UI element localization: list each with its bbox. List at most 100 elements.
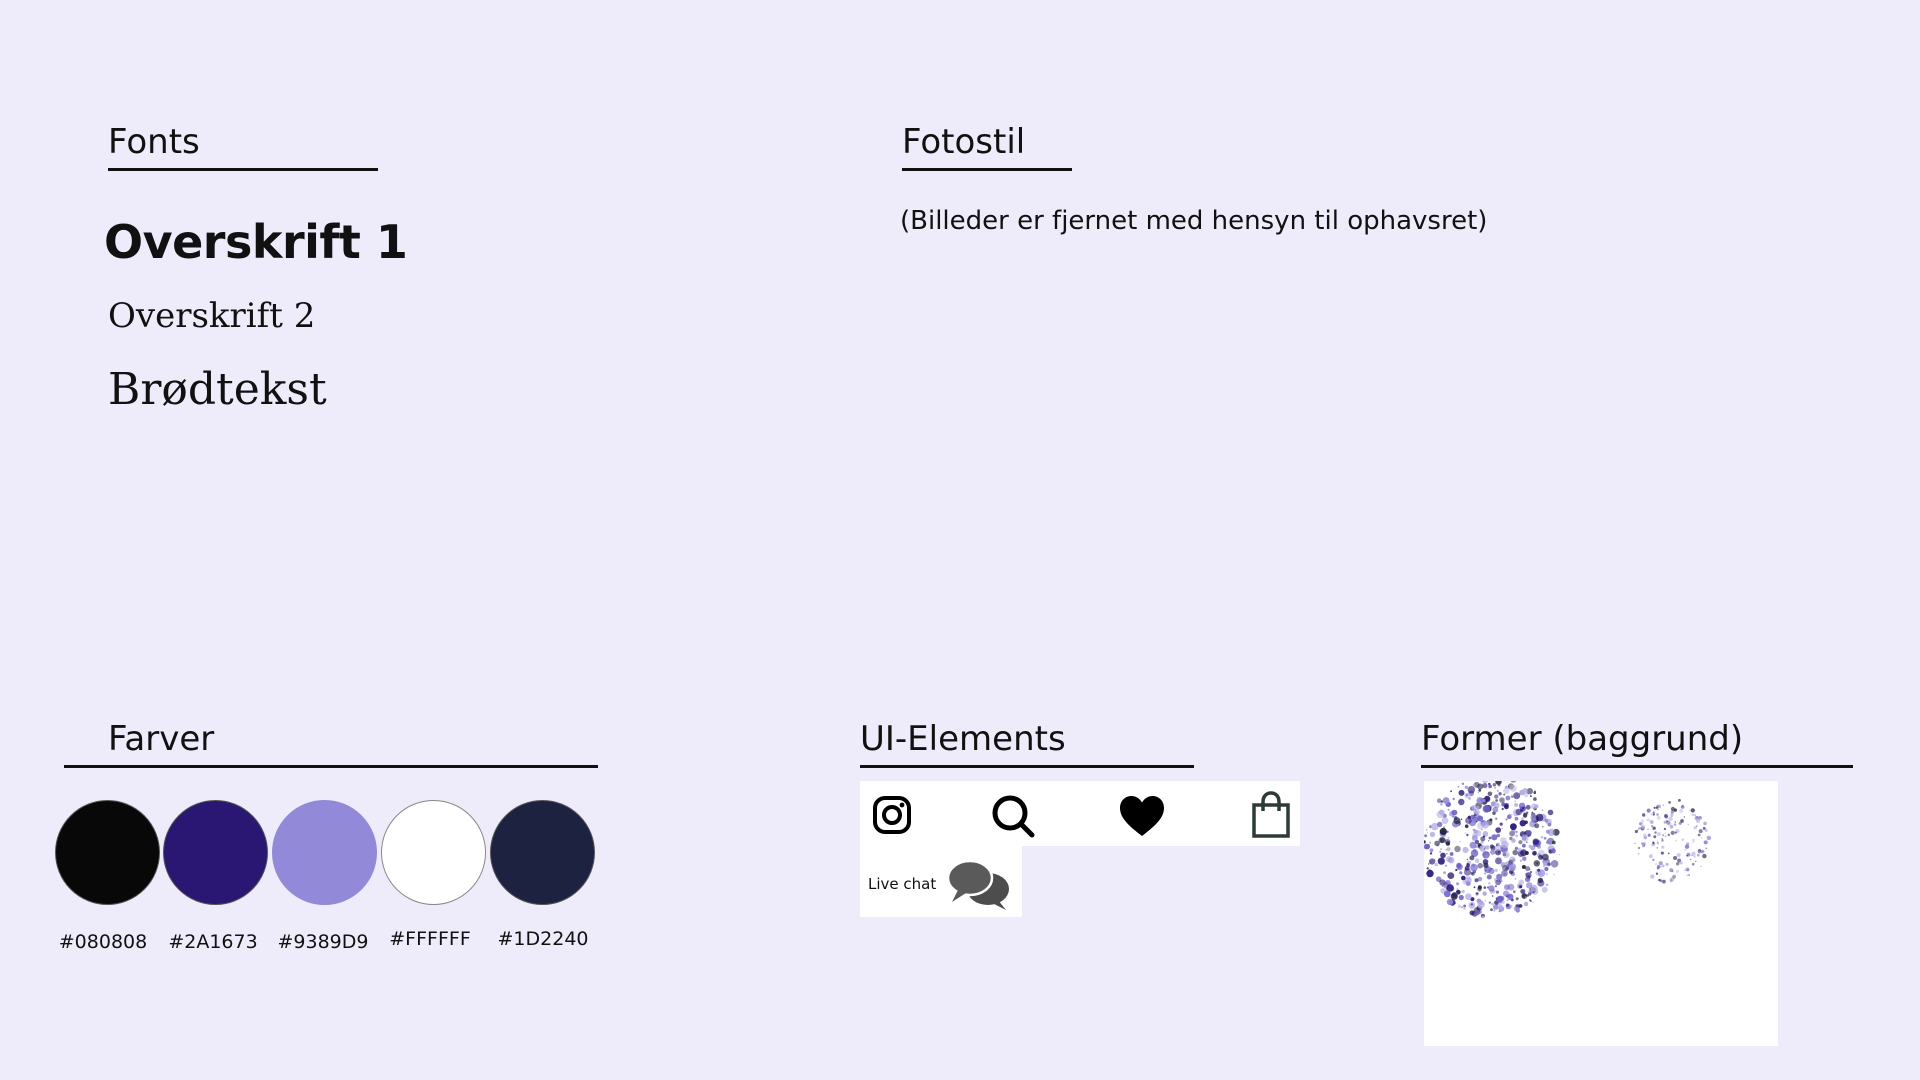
splatter-dot (1655, 807, 1658, 809)
splatter-dot (1484, 872, 1486, 875)
splatter-dot (1499, 822, 1503, 826)
splatter-dot (1695, 860, 1697, 862)
splatter-dot (1453, 817, 1461, 825)
splatter-dot (1544, 866, 1549, 872)
splatter-dot (1495, 890, 1499, 894)
splatter-dot (1471, 805, 1477, 810)
splatter-dot (1481, 821, 1489, 829)
splatter-dot (1477, 783, 1484, 790)
splatter-dot (1547, 809, 1554, 816)
splatter-dot (1695, 818, 1701, 823)
splatter-dot (1488, 784, 1492, 789)
splatter-dot (1473, 848, 1477, 853)
instagram-icon[interactable] (870, 793, 914, 837)
splatter-dot (1491, 895, 1494, 897)
photo-style-note: (Billeder er fjernet med hensyn til opha… (900, 206, 1488, 236)
splatter-dot (1530, 795, 1532, 797)
splatter-dot (1550, 860, 1559, 868)
splatter-dot (1447, 808, 1450, 811)
swatch-label: #9389D9 (277, 931, 369, 953)
splatter-dot (1483, 886, 1487, 889)
splatter-dot (1442, 797, 1450, 804)
splatter-dot (1684, 849, 1687, 851)
splatter-dot (1495, 857, 1502, 865)
live-chat-label[interactable]: Live chat (868, 875, 936, 893)
splatter-dot (1642, 813, 1646, 817)
splatter-dot (1672, 874, 1676, 879)
splatter-dot (1652, 842, 1655, 845)
splatter-dot (1670, 830, 1675, 835)
splatter-dot (1473, 813, 1477, 817)
splatter-dot (1464, 832, 1467, 834)
shopping-bag-icon[interactable] (1250, 790, 1292, 840)
splatter-dot (1545, 883, 1549, 887)
splatter-dot (1634, 842, 1636, 844)
splatter-dot (1661, 845, 1665, 849)
splatter-dot (1495, 827, 1502, 833)
splatter-dot (1424, 834, 1428, 838)
splatter-dot (1445, 841, 1451, 846)
splatter-dot (1494, 885, 1497, 888)
splatter-dot (1515, 830, 1518, 834)
splatter-dot (1518, 879, 1524, 885)
splatter-dot (1514, 800, 1517, 803)
splatter-dot (1518, 840, 1523, 845)
splatter-dot (1475, 845, 1478, 849)
splatter-dot (1481, 781, 1489, 784)
splatter-dot (1463, 904, 1466, 908)
splatter-dot (1506, 899, 1509, 902)
splatter-dot (1486, 874, 1492, 880)
splatter-dot (1446, 898, 1453, 906)
splatter-dot (1532, 901, 1534, 904)
splatter-dot (1641, 819, 1645, 823)
splatter-dot (1446, 830, 1449, 833)
splatter-dot (1461, 875, 1466, 881)
splatter-dot (1490, 908, 1493, 911)
splatter-dot (1483, 862, 1489, 868)
splatter-dot (1542, 861, 1548, 867)
splatter-dot (1522, 788, 1528, 794)
splatter-dot (1675, 839, 1677, 842)
splatter-dot (1655, 872, 1659, 875)
splatter-dot (1524, 876, 1531, 883)
splatter-dot (1443, 890, 1451, 898)
splatter-dot (1550, 848, 1556, 854)
splatter-dot (1637, 846, 1641, 850)
splatter-dot (1525, 804, 1531, 810)
splatter-dot (1454, 845, 1461, 853)
splatter-dot (1662, 834, 1665, 837)
splatter-dot (1690, 808, 1695, 813)
heart-icon[interactable] (1118, 793, 1166, 839)
splatter-dot (1515, 897, 1519, 901)
splatter-dot (1519, 820, 1526, 827)
splatter-dot (1655, 863, 1657, 865)
splatter-dot (1667, 852, 1670, 855)
splatter-dot (1698, 829, 1703, 834)
splatter-dot (1501, 841, 1509, 849)
splatter-dot (1446, 847, 1451, 852)
splatter-dot (1656, 813, 1659, 816)
splatter-dot (1501, 827, 1503, 830)
splatter-dot (1517, 847, 1522, 852)
splatter-dot (1542, 825, 1544, 828)
splatter-dot (1677, 798, 1681, 802)
splatter-dot (1466, 858, 1469, 861)
splatter-dot (1461, 782, 1465, 785)
splatter-dot (1647, 833, 1651, 837)
splatter-dot (1504, 803, 1509, 808)
chat-bubbles-icon[interactable] (946, 856, 1012, 912)
splatter-dot (1697, 849, 1702, 854)
splatter-dot (1526, 894, 1529, 897)
splatter-dot (1427, 863, 1430, 865)
splatter-dot (1489, 805, 1493, 809)
splatter-dot (1429, 831, 1436, 838)
splatter-dot (1456, 882, 1460, 886)
splatter-dot (1505, 795, 1511, 801)
search-icon[interactable] (990, 793, 1036, 839)
splatter-dot (1668, 816, 1673, 821)
splatter-dot (1656, 815, 1661, 820)
splatter-dot (1662, 880, 1666, 883)
splatter-dot (1429, 841, 1432, 844)
splatter-dot (1460, 801, 1464, 804)
splatter-dot (1507, 893, 1514, 900)
